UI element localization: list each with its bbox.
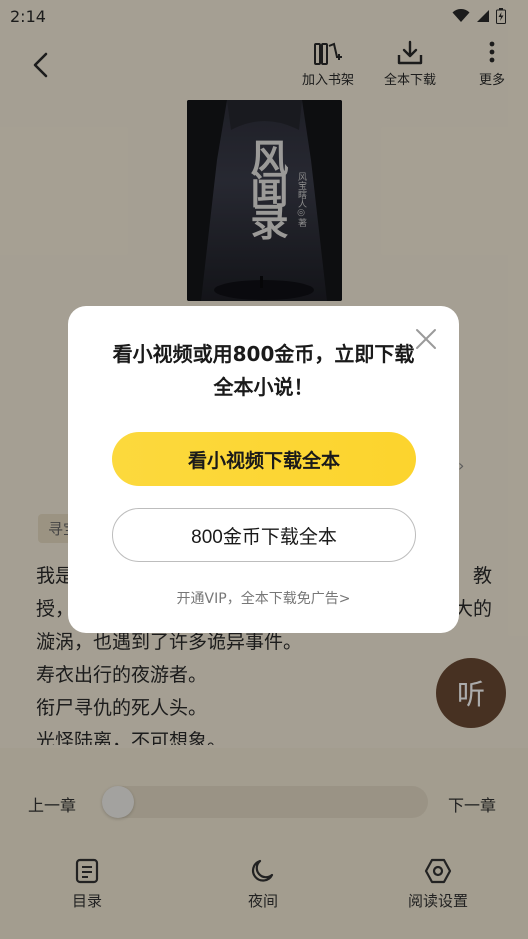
download-dialog: 看小视频或用800金币，立即下载全本小说！ 看小视频下载全本 800金币下载全本… — [68, 306, 459, 633]
vip-link[interactable]: 开通VIP，全本下载免广告> — [68, 588, 459, 608]
watch-video-download-button[interactable]: 看小视频下载全本 — [112, 432, 416, 486]
coins-download-button[interactable]: 800金币下载全本 — [112, 508, 416, 562]
dialog-title: 看小视频或用800金币，立即下载全本小说！ — [112, 342, 415, 399]
